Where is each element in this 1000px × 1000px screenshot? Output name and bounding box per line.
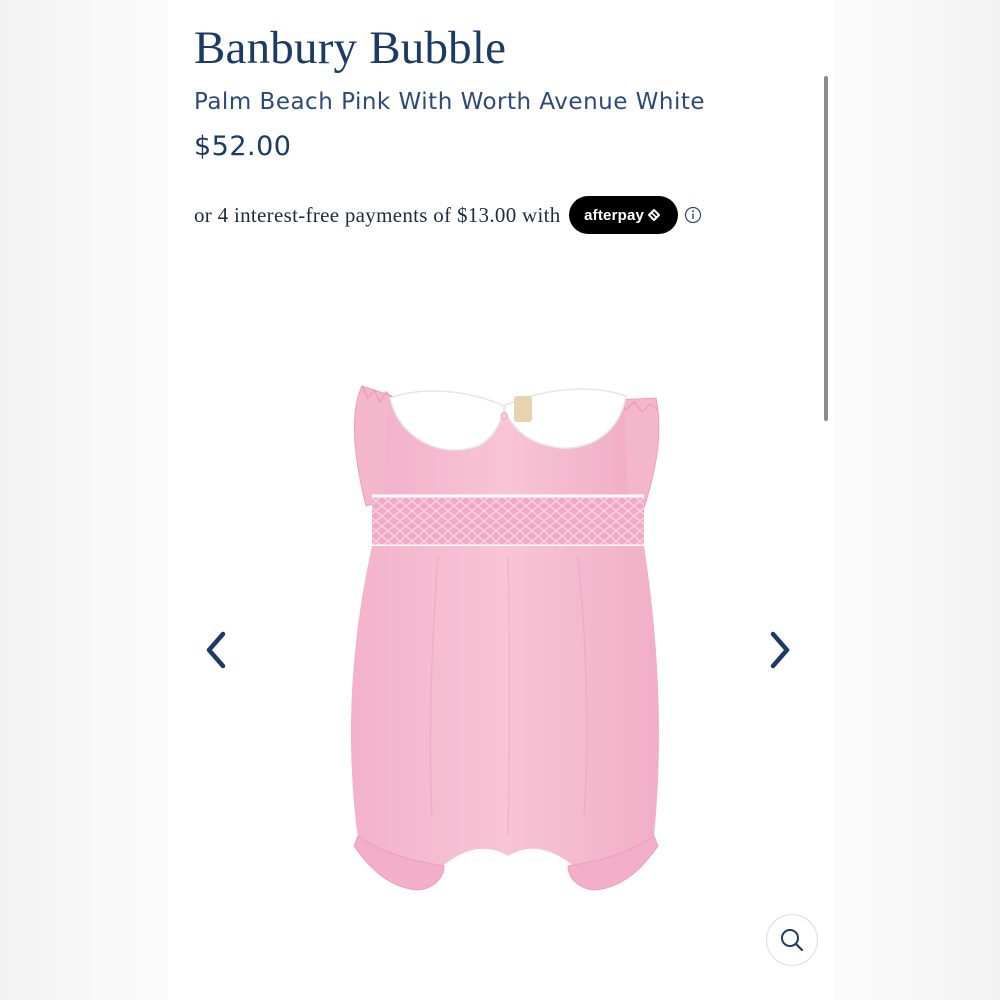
afterpay-logo-text: afterpay [584,206,645,224]
gallery-prev-button[interactable] [194,628,238,672]
zoom-button[interactable] [766,914,818,966]
scrollbar[interactable] [824,76,828,421]
product-price: $52.00 [194,131,292,162]
afterpay-installments: or 4 interest-free payments of $13.00 wi… [194,196,702,234]
romper-illustration [350,385,660,891]
page-background-left [0,0,168,1000]
product-title: Banbury Bubble [194,22,507,74]
product-image[interactable] [328,376,678,916]
afterpay-text: or 4 interest-free payments of $13.00 wi… [194,202,561,227]
chevron-right-icon [770,631,790,669]
product-variant: Palm Beach Pink With Worth Avenue White [194,89,706,115]
chevron-left-icon [206,631,226,669]
afterpay-badge[interactable]: afterpay [568,196,678,234]
info-icon[interactable] [684,206,702,224]
gallery-next-button[interactable] [758,628,802,672]
product-page: Banbury Bubble Palm Beach Pink With Wort… [168,0,834,1000]
afterpay-arrows-icon [648,209,661,221]
page-background-right [834,0,1000,1000]
search-icon [781,929,804,952]
